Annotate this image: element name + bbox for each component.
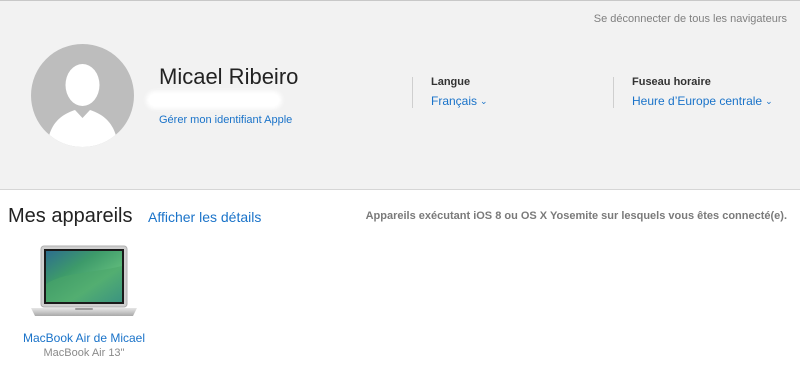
chevron-down-icon: ⌄ bbox=[480, 96, 488, 106]
account-header: Se déconnecter de tous les navigateurs M… bbox=[0, 1, 800, 190]
devices-title: Mes appareils bbox=[8, 205, 133, 227]
language-select[interactable]: Français ⌄ bbox=[431, 94, 488, 108]
person-silhouette-icon bbox=[47, 64, 118, 147]
device-name: MacBook Air de Micael bbox=[22, 331, 146, 345]
avatar[interactable] bbox=[31, 44, 134, 147]
devices-note: Appareils exécutant iOS 8 ou OS X Yosemi… bbox=[365, 210, 787, 222]
signout-all-browsers-link[interactable]: Se déconnecter de tous les navigateurs bbox=[594, 13, 787, 25]
user-name: Micael Ribeiro bbox=[159, 64, 299, 89]
device-model: MacBook Air 13" bbox=[43, 347, 125, 359]
macbook-air-icon bbox=[31, 245, 137, 316]
redacted-email bbox=[149, 94, 279, 106]
language-label: Langue bbox=[431, 76, 471, 88]
show-details-link[interactable]: Afficher les détails bbox=[148, 209, 261, 225]
divider bbox=[412, 77, 413, 108]
divider bbox=[613, 77, 614, 108]
language-value: Français bbox=[431, 94, 478, 108]
device-item[interactable]: MacBook Air de Micael MacBook Air 13" bbox=[14, 244, 154, 359]
chevron-down-icon: ⌄ bbox=[765, 96, 773, 106]
timezone-label: Fuseau horaire bbox=[632, 76, 711, 88]
manage-apple-id-link[interactable]: Gérer mon identifiant Apple bbox=[159, 114, 292, 126]
timezone-select[interactable]: Heure d’Europe centrale ⌄ bbox=[632, 94, 773, 108]
timezone-value: Heure d’Europe centrale bbox=[632, 94, 763, 108]
